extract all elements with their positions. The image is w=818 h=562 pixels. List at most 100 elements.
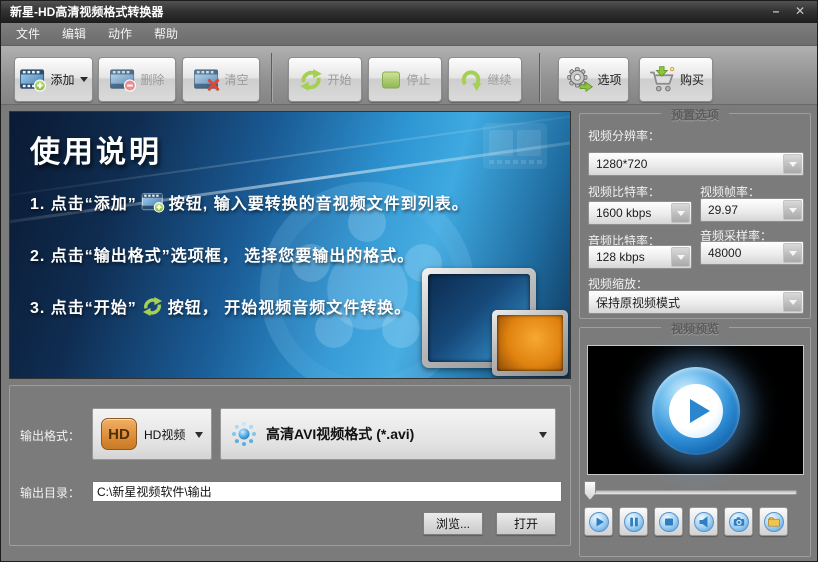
preset-options-header: 预置选项 bbox=[660, 106, 730, 123]
camera-icon bbox=[728, 511, 749, 532]
resolution-label: 视频分辨率： bbox=[588, 129, 661, 143]
hd-badge-icon: HD bbox=[101, 418, 137, 450]
output-dir-input[interactable] bbox=[92, 481, 562, 502]
dropdown-button[interactable] bbox=[783, 154, 802, 174]
delete-button[interactable]: 删除 bbox=[98, 57, 176, 102]
menu-file[interactable]: 文件 bbox=[5, 23, 51, 46]
folder-icon bbox=[763, 511, 784, 532]
chevron-down-icon bbox=[676, 254, 685, 260]
film-add-icon bbox=[20, 68, 47, 92]
instruction-title: 使用说明 bbox=[30, 136, 162, 169]
resume-button[interactable]: 继续 bbox=[448, 57, 522, 102]
menu-action[interactable]: 动作 bbox=[97, 23, 143, 46]
output-format-label: 输出格式： bbox=[20, 429, 81, 443]
window-title: 新星-HD高清视频格式转换器 bbox=[10, 5, 164, 19]
stop-icon bbox=[658, 511, 679, 532]
open-button[interactable]: 打开 bbox=[496, 512, 556, 535]
start-icon bbox=[300, 68, 323, 91]
chevron-down-icon bbox=[676, 210, 685, 216]
clear-button[interactable]: 清空 bbox=[182, 57, 260, 102]
buy-button[interactable]: 购买 bbox=[639, 57, 713, 102]
chevron-down-icon bbox=[788, 250, 797, 256]
framerate-select[interactable]: 29.97 bbox=[700, 198, 804, 222]
options-label: 选项 bbox=[597, 73, 622, 87]
browse-button[interactable]: 浏览... bbox=[423, 512, 483, 535]
dropdown-button[interactable] bbox=[671, 203, 690, 223]
titlebar: 新星-HD高清视频格式转换器 – ✕ bbox=[1, 1, 817, 23]
options-button[interactable]: 选项 bbox=[558, 57, 629, 102]
film-delete-icon bbox=[110, 68, 137, 92]
monitor-orange bbox=[492, 310, 568, 376]
stop-playback-button[interactable] bbox=[654, 507, 683, 536]
chevron-down-icon bbox=[788, 207, 797, 213]
chevron-down-icon bbox=[195, 432, 203, 438]
video-bitrate-label: 视频比特率： bbox=[588, 185, 661, 199]
resume-icon bbox=[462, 69, 482, 91]
film-clear-icon bbox=[194, 68, 220, 91]
volume-button[interactable] bbox=[689, 507, 718, 536]
dropdown-button[interactable] bbox=[783, 292, 802, 312]
output-settings-group: 输出格式： HD HD视频 高清AVI视频格式 (*.avi) 输出目录： 浏览… bbox=[9, 385, 571, 546]
menubar: 文件 编辑 动作 帮助 bbox=[1, 23, 817, 46]
player-logo bbox=[652, 367, 740, 455]
play-button[interactable] bbox=[584, 507, 613, 536]
instruction-line-3: 3. 点击“开始” 按钮， 开始视频音频文件转换。 bbox=[30, 294, 411, 318]
start-button[interactable]: 开始 bbox=[288, 57, 362, 102]
pause-button[interactable] bbox=[619, 507, 648, 536]
play-icon bbox=[690, 399, 710, 423]
open-folder-button[interactable] bbox=[759, 507, 788, 536]
resolution-select[interactable]: 1280*720 bbox=[588, 152, 804, 176]
cart-icon bbox=[650, 66, 675, 92]
format-starburst-icon bbox=[232, 422, 256, 446]
app-window: 新星-HD高清视频格式转换器 – ✕ 文件 编辑 动作 帮助 添加 删除 清空 … bbox=[0, 0, 818, 562]
video-bitrate-select[interactable]: 1600 kbps bbox=[588, 201, 692, 225]
output-format-select[interactable]: 高清AVI视频格式 (*.avi) bbox=[220, 408, 556, 460]
play-icon bbox=[588, 511, 609, 532]
gear-icon bbox=[567, 67, 594, 93]
chevron-down-icon bbox=[539, 432, 547, 438]
chevron-down-icon bbox=[788, 299, 797, 305]
stop-icon bbox=[382, 71, 401, 88]
buy-label: 购买 bbox=[679, 73, 704, 87]
preset-options-group: 预置选项 视频分辨率： 1280*720 视频比特率： 视频帧率： 1600 k… bbox=[579, 106, 811, 319]
toolbar: 添加 删除 清空 开始 停止 继续 选项 购买 bbox=[1, 46, 817, 105]
seek-slider-track[interactable] bbox=[589, 490, 797, 495]
dropdown-button[interactable] bbox=[783, 243, 802, 263]
player-logo-disc bbox=[669, 384, 723, 438]
toolbar-separator-2 bbox=[539, 53, 540, 102]
output-dir-label: 输出目录： bbox=[20, 486, 81, 500]
menu-edit[interactable]: 编辑 bbox=[51, 23, 97, 46]
instruction-line-2: 2. 点击“输出格式”选项框， 选择您要输出的格式。 bbox=[30, 248, 415, 265]
audio-bitrate-select[interactable]: 128 kbps bbox=[588, 245, 692, 269]
start-label: 开始 bbox=[327, 73, 352, 87]
close-button[interactable]: ✕ bbox=[789, 1, 811, 23]
video-scale-select[interactable]: 保持原视频模式 bbox=[588, 290, 804, 314]
instruction-line-1: 1. 点击“添加” 按钮, 输入要转换的音视频文件到列表。 bbox=[30, 190, 469, 214]
dropdown-button[interactable] bbox=[671, 247, 690, 267]
seek-slider-thumb[interactable] bbox=[584, 481, 596, 500]
minimize-button[interactable]: – bbox=[765, 1, 787, 23]
pause-icon bbox=[623, 511, 644, 532]
resume-label: 继续 bbox=[487, 73, 512, 87]
start-icon bbox=[142, 296, 162, 316]
format-category-select[interactable]: HD HD视频 bbox=[92, 408, 212, 460]
chevron-down-icon bbox=[788, 161, 797, 167]
clear-label: 清空 bbox=[224, 73, 249, 87]
menu-help[interactable]: 帮助 bbox=[143, 23, 189, 46]
add-dropdown-caret bbox=[79, 77, 88, 82]
add-button[interactable]: 添加 bbox=[14, 57, 93, 102]
add-label: 添加 bbox=[50, 73, 75, 87]
sample-rate-select[interactable]: 48000 bbox=[700, 241, 804, 265]
dropdown-button[interactable] bbox=[783, 200, 802, 220]
snapshot-button[interactable] bbox=[724, 507, 753, 536]
toolbar-separator-1 bbox=[271, 53, 272, 102]
monitors-graphic bbox=[416, 256, 568, 376]
filmstrip-watermark bbox=[483, 123, 547, 169]
video-preview-group: 视频预览 bbox=[579, 320, 811, 557]
speaker-icon bbox=[693, 511, 714, 532]
film-add-icon bbox=[141, 192, 165, 213]
stop-label: 停止 bbox=[406, 73, 431, 87]
stop-button[interactable]: 停止 bbox=[368, 57, 442, 102]
delete-label: 删除 bbox=[140, 73, 165, 87]
monitor-orange-screen bbox=[497, 315, 563, 371]
